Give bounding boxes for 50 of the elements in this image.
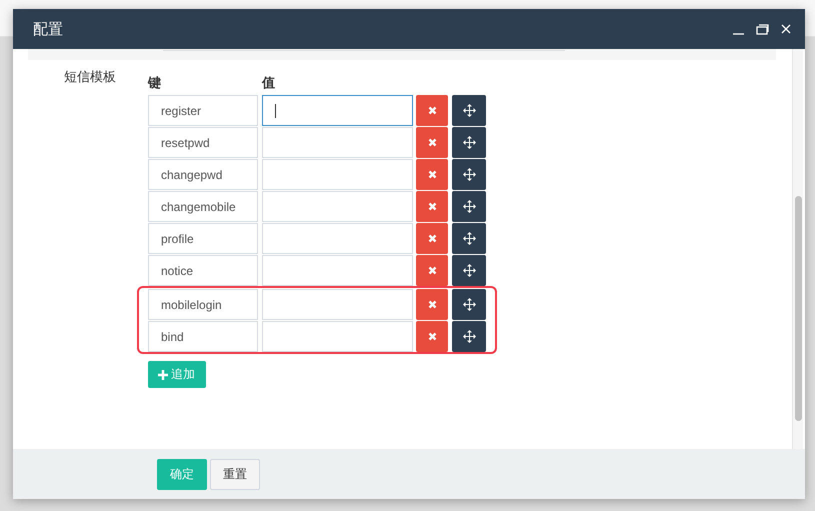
window-title: 配置 [33, 20, 64, 38]
column-header: 值 [262, 74, 275, 92]
move-icon [462, 298, 476, 311]
column-header: 键 [148, 74, 162, 92]
close-icon [428, 332, 436, 341]
key-field[interactable]: bind [148, 321, 258, 352]
move-icon [462, 330, 476, 343]
drag-button[interactable] [452, 127, 486, 158]
move-icon [462, 168, 476, 181]
close-icon[interactable] [781, 24, 791, 34]
key-field[interactable]: mobilelogin [148, 289, 258, 320]
move-icon [462, 264, 476, 277]
drag-button[interactable] [452, 95, 486, 126]
drag-button[interactable] [452, 191, 486, 222]
close-icon [428, 170, 436, 179]
value-field[interactable] [262, 95, 413, 126]
close-icon [428, 138, 436, 147]
key-field[interactable]: profile [148, 223, 258, 254]
key-field[interactable]: notice [148, 255, 258, 286]
reset-button[interactable]: 重置 [210, 458, 260, 490]
delete-button[interactable] [416, 191, 448, 222]
move-icon [462, 232, 476, 245]
move-icon [462, 200, 476, 213]
close-icon [428, 202, 436, 211]
delete-button[interactable] [416, 159, 448, 190]
drag-button[interactable] [452, 321, 486, 352]
delete-button[interactable] [416, 255, 448, 286]
drag-button[interactable] [452, 159, 486, 190]
move-icon [462, 104, 476, 117]
drag-button[interactable] [452, 223, 486, 254]
delete-button[interactable] [416, 127, 448, 158]
delete-button[interactable] [416, 289, 448, 320]
drag-button[interactable] [452, 255, 486, 286]
maximize-icon[interactable] [756, 24, 769, 34]
delete-button[interactable] [416, 321, 448, 352]
close-icon [428, 234, 436, 243]
delete-button[interactable] [416, 95, 448, 126]
delete-button[interactable] [416, 223, 448, 254]
close-icon [428, 300, 436, 309]
key-field[interactable]: changepwd [148, 159, 258, 190]
field-label: 短信模板 [64, 68, 117, 86]
scrollbar[interactable] [792, 49, 803, 449]
plus-icon [158, 370, 168, 380]
drag-button[interactable] [452, 289, 486, 320]
key-field[interactable]: changemobile [148, 191, 258, 222]
close-icon [428, 106, 436, 115]
key-field[interactable]: register [148, 95, 258, 126]
close-icon [428, 266, 436, 275]
move-icon [462, 136, 476, 149]
key-field[interactable]: resetpwd [148, 127, 258, 158]
